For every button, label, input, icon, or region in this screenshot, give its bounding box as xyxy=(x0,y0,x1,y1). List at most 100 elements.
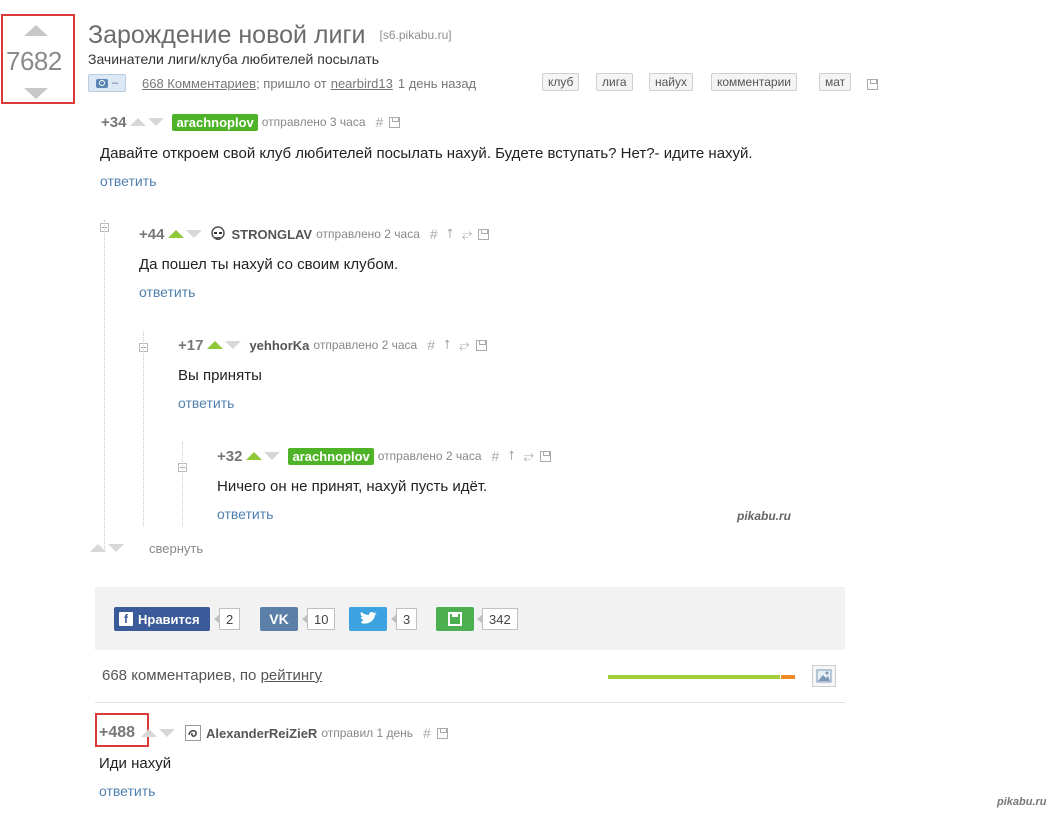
facebook-like-button[interactable]: f Нравится xyxy=(114,607,210,631)
comment-time: отправлено 2 часа xyxy=(377,449,482,463)
reply-link[interactable]: ответить xyxy=(99,783,155,799)
post-downvote-icon[interactable] xyxy=(24,88,48,99)
divider xyxy=(95,702,845,703)
downvote-icon[interactable] xyxy=(186,230,203,238)
downvote-icon[interactable] xyxy=(108,544,124,552)
comment-time: отправлено 2 часа xyxy=(316,227,420,241)
user-avatar-icon xyxy=(185,725,202,741)
comment-score: +17 xyxy=(178,336,204,354)
sort-by-rating-link[interactable]: рейтингу xyxy=(261,667,323,684)
comment-time: отправлено 2 часа xyxy=(313,338,418,352)
picture-icon xyxy=(816,669,832,683)
save-share-button[interactable] xyxy=(436,607,474,631)
comment-score: +44 xyxy=(139,225,165,243)
save-comment-icon[interactable] xyxy=(539,450,551,462)
parent-comment-icon[interactable]: ⭡ xyxy=(444,337,450,353)
reply-link[interactable]: ответить xyxy=(217,506,273,522)
thread-line xyxy=(104,220,105,550)
thread-icon[interactable]: ⥂ xyxy=(523,448,533,464)
post-time: 1 день назад xyxy=(397,75,477,91)
downvote-icon[interactable] xyxy=(159,729,176,737)
comment-text: Иди нахуй xyxy=(99,755,172,772)
save-post-icon[interactable] xyxy=(867,79,878,90)
upvote-icon[interactable] xyxy=(141,729,158,737)
tag-nayuh[interactable]: найух xyxy=(649,73,694,91)
comment-header: +17 yehhorKa отправлено 2 часа # ⭡ ⥂ xyxy=(178,336,487,354)
comment-text: Давайте откроем свой клуб любителей посы… xyxy=(100,145,753,162)
parent-comment-icon[interactable]: ⭡ xyxy=(508,448,514,464)
vk-share-button[interactable]: VK xyxy=(260,607,298,631)
post-meta: – 668 Комментариев ; пришло от nearbird1… xyxy=(88,73,476,93)
parent-comment-icon[interactable]: ⭡ xyxy=(447,226,453,242)
reply-link[interactable]: ответить xyxy=(178,395,234,411)
comment-author[interactable]: yehhorKa xyxy=(249,338,309,353)
image-toggle-button[interactable] xyxy=(812,665,836,687)
post-description: Зачинатели лиги/клуба любителей посылать xyxy=(88,51,380,67)
comments-link[interactable]: 668 Комментариев xyxy=(142,76,256,91)
comments-count-text: 668 комментариев, по xyxy=(102,667,261,684)
upvote-icon[interactable] xyxy=(168,230,185,238)
watermark: pikabu.ru xyxy=(737,509,792,523)
permalink-icon[interactable]: # xyxy=(427,337,435,353)
downvote-icon[interactable] xyxy=(225,341,242,349)
upvote-icon[interactable] xyxy=(90,544,106,552)
came-from-label: ; пришло от xyxy=(256,75,327,91)
comment-score: +488 xyxy=(99,724,136,741)
downvote-icon[interactable] xyxy=(148,118,165,126)
comment-author[interactable]: arachnoplov xyxy=(172,113,258,131)
tag-comments[interactable]: комментарии xyxy=(711,73,797,91)
thread-icon[interactable]: ⥂ xyxy=(462,226,472,242)
twitter-share-button[interactable] xyxy=(349,607,387,631)
downvote-icon[interactable] xyxy=(264,452,281,460)
twitter-bird-icon xyxy=(360,611,377,624)
save-comment-icon[interactable] xyxy=(475,339,487,351)
permalink-icon[interactable]: # xyxy=(376,114,384,130)
permalink-icon[interactable]: # xyxy=(492,448,500,464)
collapse-link[interactable]: свернуть xyxy=(149,541,203,556)
comment-header: +34 arachnoplov отправлено 3 часа # xyxy=(101,113,401,131)
comment-author[interactable]: arachnoplov xyxy=(288,447,374,465)
twitter-count: 3 xyxy=(390,608,418,630)
comment-text: Вы приняты xyxy=(178,367,262,384)
save-comment-icon[interactable] xyxy=(389,116,401,128)
permalink-icon[interactable]: # xyxy=(430,226,438,242)
facebook-like-label: Нравится xyxy=(138,611,200,627)
reply-link[interactable]: ответить xyxy=(100,173,156,189)
post-domain: [s6.pikabu.ru] xyxy=(379,28,452,42)
facebook-count: 2 xyxy=(213,608,241,630)
upvote-icon[interactable] xyxy=(207,341,224,349)
upvote-icon[interactable] xyxy=(246,452,263,460)
facebook-icon: f xyxy=(119,612,133,626)
thread-line xyxy=(143,331,144,526)
thread-icon[interactable]: ⥂ xyxy=(459,337,469,353)
collapse-row: свернуть xyxy=(90,539,203,557)
post-title[interactable]: Зарождение новой лиги [s6.pikabu.ru] xyxy=(88,21,452,50)
save-comment-icon[interactable] xyxy=(478,228,490,240)
post-title-text[interactable]: Зарождение новой лиги xyxy=(88,21,366,49)
comment-score: +32 xyxy=(217,447,243,465)
photo-badge-label: – xyxy=(111,77,119,89)
permalink-icon[interactable]: # xyxy=(423,725,431,741)
post-upvote-icon[interactable] xyxy=(24,25,48,36)
tag-mat[interactable]: мат xyxy=(819,73,852,91)
tag-league[interactable]: лига xyxy=(596,73,633,91)
reply-link[interactable]: ответить xyxy=(139,284,195,300)
vk-count: 10 xyxy=(301,608,336,630)
comment-text: Ничего он не принят, нахуй пусть идёт. xyxy=(217,478,488,495)
save-floppy-icon xyxy=(448,612,462,626)
corner-watermark: pikabu.ru xyxy=(997,796,1046,808)
post-rating: 7682 xyxy=(6,46,62,76)
rating-bar-negative xyxy=(781,675,795,679)
save-comment-icon[interactable] xyxy=(436,727,448,739)
photo-badge: – xyxy=(88,74,126,92)
stormtrooper-avatar-icon xyxy=(211,226,226,240)
save-count: 342 xyxy=(477,608,518,630)
comment-author[interactable]: STRONGLAV xyxy=(231,227,312,242)
upvote-icon[interactable] xyxy=(130,118,147,126)
comment-time: отправлено 3 часа xyxy=(261,115,366,129)
comment-time: отправил 1 день xyxy=(321,726,414,740)
tag-club[interactable]: клуб xyxy=(542,73,580,91)
author-link[interactable]: nearbird13 xyxy=(331,76,393,91)
comment-author[interactable]: AlexanderReiZieR xyxy=(206,726,317,741)
comment-score: +34 xyxy=(101,113,127,131)
